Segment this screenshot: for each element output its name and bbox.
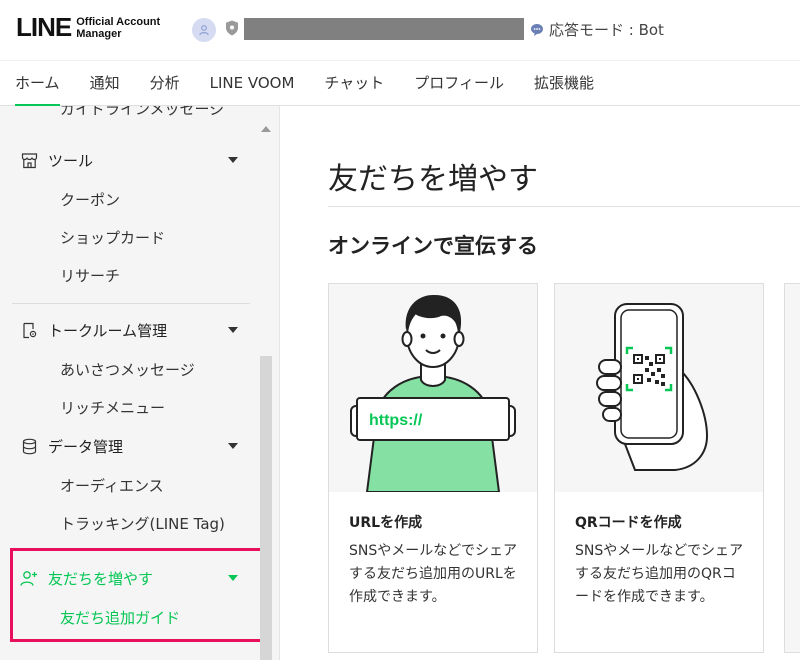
card-url-illustration: https://: [329, 284, 537, 492]
sidebar-group-data[interactable]: データ管理: [20, 432, 248, 460]
account-avatar-icon[interactable]: [192, 18, 216, 42]
shop-icon: [20, 151, 38, 169]
sidebar-item-greeting[interactable]: あいさつメッセージ: [60, 359, 195, 380]
sidebar-item-audience[interactable]: オーディエンス: [60, 475, 164, 496]
card-qr-illustration: [555, 284, 763, 492]
logo-sub-line2: Manager: [76, 27, 122, 40]
main-nav-tabs: ホーム 通知 分析 LINE VOOM チャット プロフィール 拡張機能: [0, 60, 800, 107]
main-content: 友だちを増やす オンラインで宣伝する https:// URLを作成 SNSやメ…: [280, 106, 800, 660]
logo-sub-line1: Official Account: [76, 15, 161, 28]
card-qr-title: QRコードを作成: [575, 515, 682, 531]
phone-with-qr-illustration: [596, 303, 709, 471]
sidebar-item-coupon[interactable]: クーポン: [60, 189, 120, 210]
sidebar-group-tools[interactable]: ツール: [20, 146, 248, 174]
scrollbar-thumb[interactable]: [260, 356, 272, 660]
tab-notifications[interactable]: 通知: [75, 61, 135, 106]
chevron-down-icon: [228, 443, 238, 449]
account-name-redacted[interactable]: [244, 18, 524, 40]
tab-chat[interactable]: チャット: [309, 61, 399, 106]
sidebar-item-shopcard[interactable]: ショップカード: [60, 227, 165, 248]
line-oa-manager-logo[interactable]: LINE Official Account Manager: [16, 12, 160, 43]
sidebar-scrollbar[interactable]: [259, 124, 273, 660]
chat-bubble-icon: [531, 23, 543, 36]
page-title: 友だちを増やす: [328, 162, 538, 197]
sidebar-item-tracking[interactable]: トラッキング(LINE Tag): [60, 513, 225, 534]
title-divider: [328, 206, 800, 207]
tab-extensions[interactable]: 拡張機能: [519, 61, 609, 106]
tab-line-voom[interactable]: LINE VOOM: [195, 61, 310, 106]
sidebar-item-cut-off[interactable]: ガイドラインメッセージ: [60, 106, 224, 118]
sidebar-group-tools-label: ツール: [48, 151, 94, 170]
card-qr-description: SNSやメールなどでシェアする友だち追加用のQRコードを作成できます。: [575, 543, 743, 605]
section-title-online: オンラインで宣伝する: [328, 234, 538, 258]
sidebar: ガイドラインメッセージ ツール クーポン ショップカード リサーチ トークルーム…: [0, 106, 280, 660]
sidebar-item-richmenu[interactable]: リッチメニュー: [60, 397, 165, 418]
database-icon: [20, 437, 38, 455]
scroll-up-arrow-icon[interactable]: [261, 126, 271, 132]
card-create-qr[interactable]: QRコードを作成 SNSやメールなどでシェアする友だち追加用のQRコードを作成で…: [554, 283, 764, 653]
card-next-partial[interactable]: [784, 283, 800, 653]
response-mode-label: 応答モード : Bot: [549, 21, 664, 39]
tab-home[interactable]: ホーム: [0, 61, 75, 107]
app-header: LINE Official Account Manager 応答モード : Bo…: [0, 0, 800, 60]
tab-analytics[interactable]: 分析: [135, 61, 195, 106]
talkroom-settings-icon: [20, 321, 38, 339]
sidebar-item-research[interactable]: リサーチ: [60, 265, 120, 286]
tab-profile[interactable]: プロフィール: [399, 61, 519, 106]
sidebar-group-talkroom[interactable]: トークルーム管理: [20, 316, 248, 344]
chevron-down-icon: [228, 327, 238, 333]
sidebar-group-data-label: データ管理: [48, 437, 124, 456]
response-mode-indicator[interactable]: 応答モード : Bot: [530, 19, 664, 40]
card-create-url[interactable]: https:// URLを作成 SNSやメールなどでシェアする友だち追加用のUR…: [328, 283, 538, 653]
verified-shield-icon: [226, 20, 238, 36]
logo-line-text: LINE: [16, 12, 72, 42]
sidebar-divider: [12, 303, 250, 304]
card-url-title: URLを作成: [349, 515, 423, 531]
sidebar-group-talkroom-label: トークルーム管理: [48, 321, 168, 340]
person-holding-url-sign-illustration: https://: [350, 294, 516, 492]
card-url-description: SNSやメールなどでシェアする友だち追加用のURLを作成できます。: [349, 543, 517, 605]
url-sign-text: https://: [369, 412, 423, 429]
highlight-annotation-box: [10, 548, 264, 642]
logo-subtitle: Official Account Manager: [76, 16, 160, 40]
chevron-down-icon: [228, 157, 238, 163]
